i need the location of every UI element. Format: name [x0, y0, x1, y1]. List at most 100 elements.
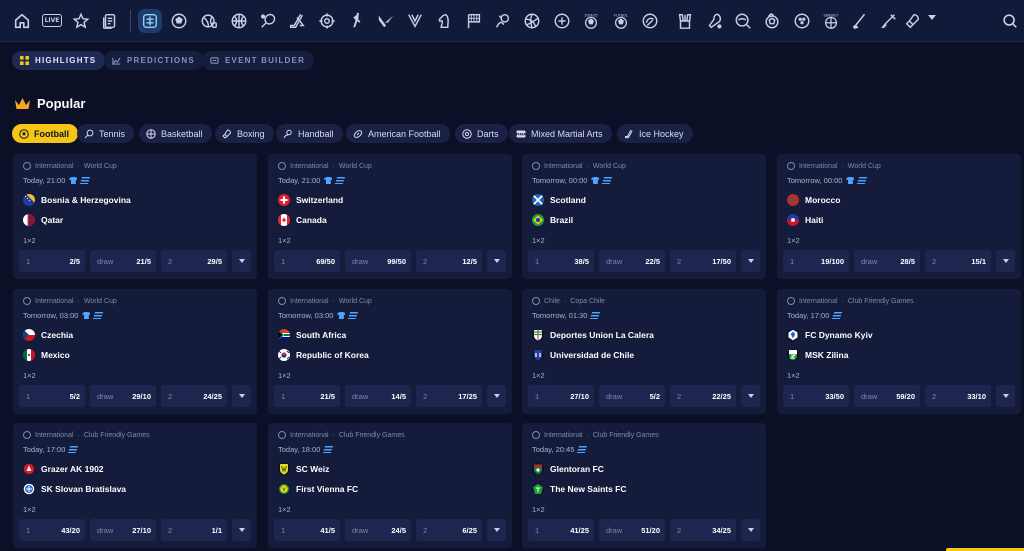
team-home[interactable]: Deportes Union La Calera — [532, 329, 654, 341]
hockey-icon[interactable] — [287, 11, 307, 31]
more-sports-chevron-icon[interactable] — [928, 15, 936, 20]
star-icon[interactable] — [71, 11, 91, 31]
sport-chip-darts[interactable]: Darts — [455, 124, 508, 143]
event-card[interactable]: International · World Cup Tomorrow, 03:00 Cz… — [13, 289, 257, 414]
live-icon[interactable]: LIVE — [42, 14, 62, 27]
team-home[interactable]: Glentoran FC — [532, 463, 604, 475]
sport-chip-handball[interactable]: Handball — [276, 124, 343, 143]
odds-button-home[interactable]: 1 43/20 — [19, 519, 85, 541]
more-markets-chevron-icon[interactable] — [741, 519, 760, 541]
team-away[interactable]: Haiti — [787, 214, 823, 226]
event-card[interactable]: International · World Cup Today, 21:00 Bosni… — [13, 154, 257, 279]
more-markets-chevron-icon[interactable] — [487, 250, 506, 272]
odds-button-draw[interactable]: draw 51/20 — [599, 519, 665, 541]
odds-button-draw[interactable]: draw 28/5 — [854, 250, 920, 272]
racing-flag-icon[interactable] — [464, 11, 484, 31]
more-markets-chevron-icon[interactable] — [741, 250, 760, 272]
more-markets-chevron-icon[interactable] — [232, 519, 251, 541]
odds-button-draw[interactable]: draw 24/5 — [345, 519, 411, 541]
odds-button-home[interactable]: 1 27/10 — [528, 385, 594, 407]
team-home[interactable]: Grazer AK 1902 — [23, 463, 104, 475]
odds-button-home[interactable]: 1 41/25 — [528, 519, 594, 541]
odds-button-home[interactable]: 1 69/50 — [274, 250, 340, 272]
odds-button-home[interactable]: 1 19/100 — [783, 250, 849, 272]
efootball-cyber-icon[interactable]: FUTBOL — [611, 11, 631, 31]
team-away[interactable]: MSK Zilina — [787, 349, 848, 361]
team-home[interactable]: Bosnia & Herzegovina — [23, 194, 131, 206]
badminton-icon[interactable] — [675, 11, 695, 31]
target-icon[interactable] — [317, 11, 337, 31]
odds-button-home[interactable]: 1 21/5 — [274, 385, 340, 407]
team-away[interactable]: Republic of Korea — [278, 349, 369, 361]
team-home[interactable]: South Africa — [278, 329, 346, 341]
more-markets-chevron-icon[interactable] — [232, 250, 251, 272]
odds-button-away[interactable]: 2 12/5 — [416, 250, 482, 272]
valorant-icon[interactable] — [376, 11, 396, 31]
team-away[interactable]: Universidad de Chile — [532, 349, 634, 361]
odds-button-away[interactable]: 2 22/25 — [670, 385, 736, 407]
event-card[interactable]: International · World Cup Tomorrow, 03:00 So… — [268, 289, 512, 414]
team-away[interactable]: Brazil — [532, 214, 573, 226]
odds-button-away[interactable]: 2 34/25 — [670, 519, 736, 541]
team-away[interactable]: Canada — [278, 214, 327, 226]
team-home[interactable]: Scotland — [532, 194, 586, 206]
tab-event-builder[interactable]: EVENT BUILDER — [202, 51, 315, 70]
ebasketball-icon[interactable]: EBASKET — [821, 11, 841, 31]
golf-icon[interactable] — [850, 11, 870, 31]
league-icon[interactable] — [405, 11, 425, 31]
odds-button-away[interactable]: 2 24/25 — [161, 385, 227, 407]
sport-chip-basketball[interactable]: Basketball — [139, 124, 212, 143]
search-icon[interactable] — [1000, 11, 1020, 31]
event-card[interactable]: International · Club Friendly Games Today, … — [13, 423, 257, 548]
tab-highlights[interactable]: HIGHLIGHTS — [12, 51, 106, 70]
more-markets-chevron-icon[interactable] — [487, 385, 506, 407]
team-home[interactable]: Czechia — [23, 329, 73, 341]
futsal-icon[interactable] — [762, 11, 782, 31]
odds-button-draw[interactable]: draw 22/5 — [599, 250, 665, 272]
odds-button-draw[interactable]: draw 5/2 — [599, 385, 665, 407]
water-polo-icon[interactable] — [733, 11, 753, 31]
event-card[interactable]: Chile · Copa Chile Tomorrow, 01:30 Deportes … — [522, 289, 766, 414]
more-markets-chevron-icon[interactable] — [741, 385, 760, 407]
team-home[interactable]: SC Weiz — [278, 463, 329, 475]
racket-icon[interactable] — [879, 11, 899, 31]
more-markets-chevron-icon[interactable] — [487, 519, 506, 541]
odds-button-home[interactable]: 1 2/5 — [19, 250, 85, 272]
odds-button-away[interactable]: 2 33/10 — [925, 385, 991, 407]
odds-button-home[interactable]: 1 5/2 — [19, 385, 85, 407]
golf-ball-icon[interactable] — [792, 11, 812, 31]
sport-chip-mixed-martial-arts[interactable]: MMA Mixed Martial Arts — [509, 124, 612, 143]
tab-predictions[interactable]: PREDICTIONS — [104, 51, 204, 70]
event-card[interactable]: International · World Cup Tomorrow, 00:00 Mo… — [777, 154, 1021, 279]
mma-glove-icon[interactable] — [640, 11, 660, 31]
odds-button-draw[interactable]: draw 59/20 — [854, 385, 920, 407]
odds-button-draw[interactable]: draw 21/5 — [90, 250, 156, 272]
odds-button-home[interactable]: 1 41/5 — [274, 519, 340, 541]
tennis-icon[interactable] — [258, 11, 278, 31]
team-away[interactable]: Mexico — [23, 349, 70, 361]
team-home[interactable]: Morocco — [787, 194, 840, 206]
odds-button-away[interactable]: 2 6/25 — [416, 519, 482, 541]
football-icon[interactable] — [169, 11, 189, 31]
more-markets-chevron-icon[interactable] — [996, 250, 1015, 272]
odds-button-home[interactable]: 1 33/50 — [783, 385, 849, 407]
event-card[interactable]: International · Club Friendly Games Today, … — [777, 289, 1021, 414]
odds-button-away[interactable]: 2 1/1 — [161, 519, 227, 541]
sport-chip-american-football[interactable]: American Football — [346, 124, 450, 143]
event-card[interactable]: International · World Cup Today, 21:00 Switz… — [268, 154, 512, 279]
odds-button-away[interactable]: 2 15/1 — [925, 250, 991, 272]
team-away[interactable]: SK Slovan Bratislava — [23, 483, 126, 495]
boxing-icon[interactable] — [903, 11, 923, 31]
team-away[interactable]: V First Vienna FC — [278, 483, 358, 495]
basketball-icon[interactable] — [229, 11, 249, 31]
hockey-ball-icon[interactable] — [199, 11, 219, 31]
team-home[interactable]: FC Dynamo Kyiv — [787, 329, 873, 341]
odds-button-away[interactable]: 2 17/25 — [416, 385, 482, 407]
team-away[interactable]: The New Saints FC — [532, 483, 627, 495]
handball-icon[interactable] — [493, 11, 513, 31]
event-card[interactable]: International · Club Friendly Games Today, … — [268, 423, 512, 548]
efootball-icon[interactable] — [552, 11, 572, 31]
more-markets-chevron-icon[interactable] — [996, 385, 1015, 407]
odds-button-away[interactable]: 2 17/50 — [670, 250, 736, 272]
sport-chip-ice-hockey[interactable]: Ice Hockey — [617, 124, 693, 143]
